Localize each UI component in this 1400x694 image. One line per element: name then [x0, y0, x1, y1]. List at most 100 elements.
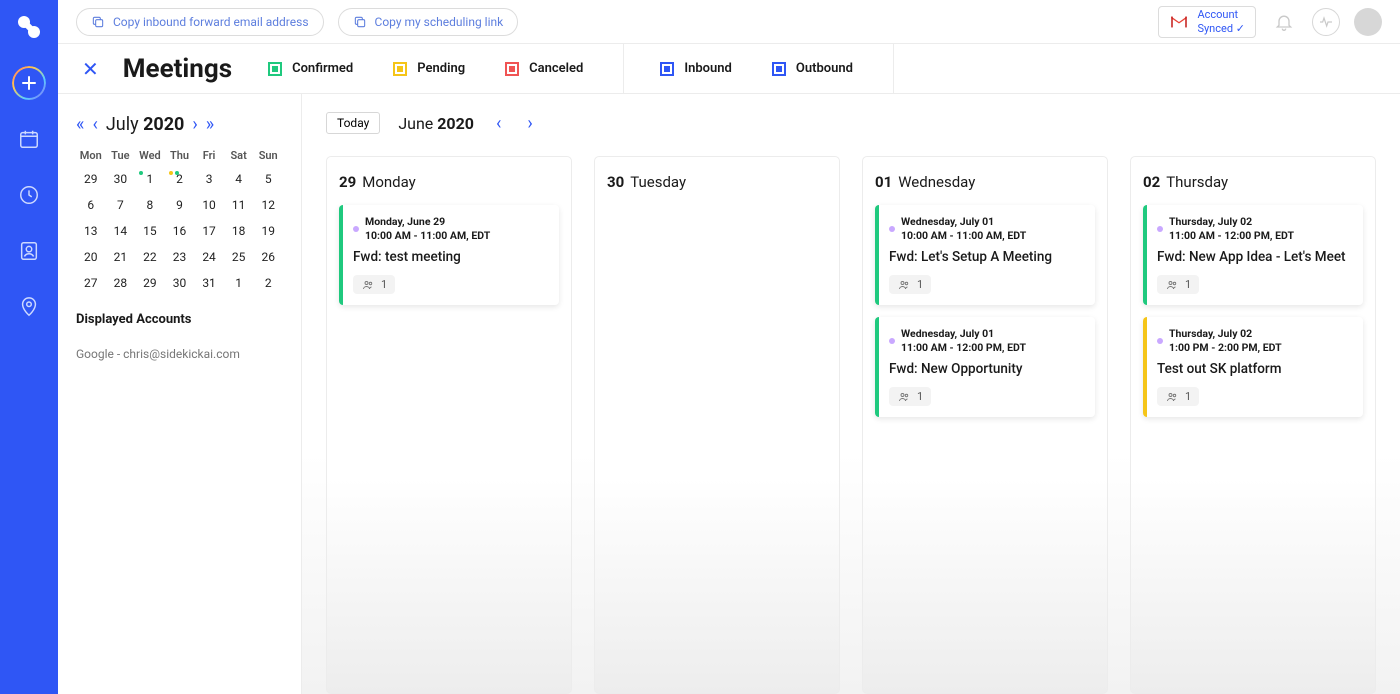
meeting-dot-icon: [353, 226, 359, 232]
minical-day[interactable]: 13: [76, 224, 106, 238]
bell-icon[interactable]: [1270, 8, 1298, 36]
meeting-card[interactable]: Monday, June 2910:00 AM - 11:00 AM, EDTF…: [339, 205, 559, 305]
today-button[interactable]: Today: [326, 112, 380, 134]
minical-day[interactable]: 18: [224, 224, 254, 238]
minical-day[interactable]: 22: [135, 250, 165, 264]
clock-nav-icon[interactable]: [14, 180, 44, 210]
minical-next-year[interactable]: »: [206, 116, 214, 134]
minical-next-month[interactable]: ›: [192, 116, 197, 134]
filter-canceled[interactable]: Canceled: [505, 44, 623, 93]
minical-day[interactable]: 6: [76, 198, 106, 212]
meeting-dot-icon: [1157, 338, 1163, 344]
minical-day[interactable]: 25: [224, 250, 254, 264]
dow-cell: Thu: [165, 149, 195, 162]
minical-day[interactable]: 19: [253, 224, 283, 238]
dow-cell: Mon: [76, 149, 106, 162]
account-item[interactable]: Google - chris@sidekickai.com: [76, 347, 283, 361]
minical-day[interactable]: 24: [194, 250, 224, 264]
minical-day[interactable]: 29: [76, 172, 106, 186]
minical-day[interactable]: 1: [224, 276, 254, 290]
day-header: 30Tuesday: [607, 173, 827, 191]
account-synced-button[interactable]: Account Synced ✓: [1158, 6, 1256, 38]
day-header: 02Thursday: [1143, 173, 1363, 191]
minical-day[interactable]: 20: [76, 250, 106, 264]
minical-day[interactable]: 3: [194, 172, 224, 186]
minical-day[interactable]: 31: [194, 276, 224, 290]
meeting-datetime: Thursday, July 021:00 PM - 2:00 PM, EDT: [1169, 327, 1282, 355]
minical-day[interactable]: 8: [135, 198, 165, 212]
location-nav-icon[interactable]: [14, 292, 44, 322]
meeting-people: 1: [889, 387, 931, 406]
minical-day[interactable]: 5: [253, 172, 283, 186]
contacts-nav-icon[interactable]: [14, 236, 44, 266]
day-column: 02Thursday Thursday, July 0211:00 AM - 12…: [1130, 156, 1376, 694]
meeting-card[interactable]: Thursday, July 021:00 PM - 2:00 PM, EDT T…: [1143, 317, 1363, 417]
account-line2: Synced ✓: [1197, 22, 1245, 35]
meeting-datetime: Wednesday, July 0111:00 AM - 12:00 PM, E…: [901, 327, 1026, 355]
minical-day[interactable]: 29: [135, 276, 165, 290]
topbar: Copy inbound forward email address Copy …: [58, 0, 1400, 44]
copy-inbound-button[interactable]: Copy inbound forward email address: [76, 8, 324, 36]
meeting-people: 1: [889, 275, 931, 294]
filter-outbound[interactable]: Outbound: [772, 44, 893, 93]
day-header: 01Wednesday: [875, 173, 1095, 191]
meeting-people: 1: [353, 275, 395, 294]
minical-day[interactable]: 12: [253, 198, 283, 212]
week-next[interactable]: ›: [523, 113, 536, 134]
minical-day[interactable]: 26: [253, 250, 283, 264]
minical-day[interactable]: 4: [224, 172, 254, 186]
minical-prev-month[interactable]: ‹: [92, 116, 97, 134]
minical-day[interactable]: 21: [106, 250, 136, 264]
minical-day[interactable]: 16: [165, 224, 195, 238]
gmail-icon: [1169, 15, 1189, 29]
new-meeting-button[interactable]: [14, 68, 44, 98]
avatar[interactable]: [1354, 8, 1382, 36]
minical-panel: « ‹ July 2020 › » MonTueWedThuFriSatSun …: [58, 94, 302, 694]
meeting-datetime: Monday, June 2910:00 AM - 11:00 AM, EDT: [365, 215, 490, 243]
activity-icon[interactable]: [1312, 8, 1340, 36]
minical-day[interactable]: 15: [135, 224, 165, 238]
filter-inbound[interactable]: Inbound: [660, 44, 772, 93]
meeting-dot-icon: [889, 226, 895, 232]
minical-day[interactable]: 30: [106, 172, 136, 186]
dow-cell: Fri: [194, 149, 224, 162]
minical-day[interactable]: 2: [165, 172, 195, 186]
minical-day[interactable]: 14: [106, 224, 136, 238]
meeting-card[interactable]: Thursday, July 0211:00 AM - 12:00 PM, ED…: [1143, 205, 1363, 305]
minical-day[interactable]: 10: [194, 198, 224, 212]
week-view: Today June 2020 ‹ › 29MondayMonday, June…: [302, 94, 1400, 694]
minical-prev-year[interactable]: «: [76, 116, 84, 134]
minical-day[interactable]: 30: [165, 276, 195, 290]
minical-day[interactable]: 28: [106, 276, 136, 290]
app-logo-icon[interactable]: [14, 12, 44, 42]
filter-pending[interactable]: Pending: [393, 44, 505, 93]
meeting-dot-icon: [889, 338, 895, 344]
copy-link-button[interactable]: Copy my scheduling link: [338, 8, 519, 36]
meeting-datetime: Wednesday, July 0110:00 AM - 11:00 AM, E…: [901, 215, 1026, 243]
meeting-people: 1: [1157, 275, 1199, 294]
dow-cell: Sun: [253, 149, 283, 162]
minical-day[interactable]: 27: [76, 276, 106, 290]
week-title: June 2020: [398, 114, 474, 133]
minical-month: July 2020: [106, 114, 185, 135]
minical-day[interactable]: 9: [165, 198, 195, 212]
subbar: ✕ Meetings Confirmed Pending Canceled In…: [58, 44, 1400, 94]
meeting-title: Test out SK platform: [1157, 361, 1351, 377]
accounts-heading: Displayed Accounts: [76, 312, 283, 327]
minical-day[interactable]: 7: [106, 198, 136, 212]
meeting-title: Fwd: Let's Setup A Meeting: [889, 249, 1083, 265]
minical-day[interactable]: 11: [224, 198, 254, 212]
minical-day[interactable]: 23: [165, 250, 195, 264]
close-icon[interactable]: ✕: [82, 57, 99, 81]
meeting-title: Fwd: New Opportunity: [889, 361, 1083, 377]
minical-day[interactable]: 2: [253, 276, 283, 290]
calendar-nav-icon[interactable]: [14, 124, 44, 154]
week-prev[interactable]: ‹: [492, 113, 505, 134]
dow-cell: Sat: [224, 149, 254, 162]
meeting-card[interactable]: Wednesday, July 0111:00 AM - 12:00 PM, E…: [875, 317, 1095, 417]
side-rail: [0, 0, 58, 694]
filter-confirmed[interactable]: Confirmed: [268, 44, 393, 93]
minical-day[interactable]: 17: [194, 224, 224, 238]
meeting-card[interactable]: Wednesday, July 0110:00 AM - 11:00 AM, E…: [875, 205, 1095, 305]
minical-day[interactable]: 1: [135, 172, 165, 186]
